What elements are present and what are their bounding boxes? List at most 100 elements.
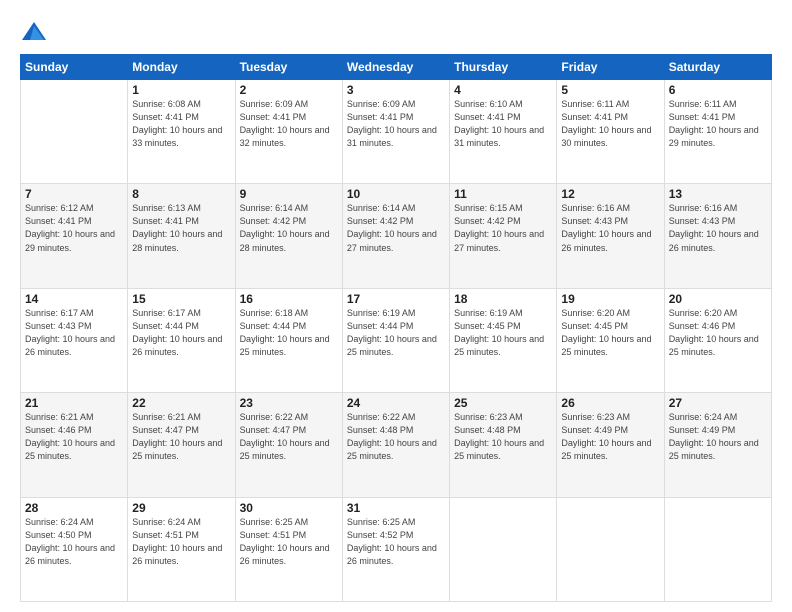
day-number: 8 — [132, 187, 230, 201]
day-info: Sunrise: 6:25 AMSunset: 4:51 PMDaylight:… — [240, 516, 338, 568]
day-number: 17 — [347, 292, 445, 306]
calendar-cell: 6Sunrise: 6:11 AMSunset: 4:41 PMDaylight… — [664, 80, 771, 184]
weekday-header-row: SundayMondayTuesdayWednesdayThursdayFrid… — [21, 55, 772, 80]
weekday-header-sunday: Sunday — [21, 55, 128, 80]
day-number: 1 — [132, 83, 230, 97]
day-info: Sunrise: 6:11 AMSunset: 4:41 PMDaylight:… — [561, 98, 659, 150]
day-info: Sunrise: 6:11 AMSunset: 4:41 PMDaylight:… — [669, 98, 767, 150]
day-info: Sunrise: 6:09 AMSunset: 4:41 PMDaylight:… — [347, 98, 445, 150]
day-number: 24 — [347, 396, 445, 410]
day-info: Sunrise: 6:09 AMSunset: 4:41 PMDaylight:… — [240, 98, 338, 150]
calendar-cell: 7Sunrise: 6:12 AMSunset: 4:41 PMDaylight… — [21, 184, 128, 288]
day-number: 14 — [25, 292, 123, 306]
day-number: 3 — [347, 83, 445, 97]
calendar-cell: 1Sunrise: 6:08 AMSunset: 4:41 PMDaylight… — [128, 80, 235, 184]
day-info: Sunrise: 6:12 AMSunset: 4:41 PMDaylight:… — [25, 202, 123, 254]
calendar-week-row: 1Sunrise: 6:08 AMSunset: 4:41 PMDaylight… — [21, 80, 772, 184]
day-number: 19 — [561, 292, 659, 306]
calendar-cell: 13Sunrise: 6:16 AMSunset: 4:43 PMDayligh… — [664, 184, 771, 288]
calendar-cell: 9Sunrise: 6:14 AMSunset: 4:42 PMDaylight… — [235, 184, 342, 288]
day-number: 20 — [669, 292, 767, 306]
day-number: 11 — [454, 187, 552, 201]
calendar-cell: 16Sunrise: 6:18 AMSunset: 4:44 PMDayligh… — [235, 288, 342, 392]
day-number: 27 — [669, 396, 767, 410]
weekday-header-friday: Friday — [557, 55, 664, 80]
calendar-cell: 18Sunrise: 6:19 AMSunset: 4:45 PMDayligh… — [450, 288, 557, 392]
day-number: 26 — [561, 396, 659, 410]
day-info: Sunrise: 6:16 AMSunset: 4:43 PMDaylight:… — [561, 202, 659, 254]
calendar-cell: 17Sunrise: 6:19 AMSunset: 4:44 PMDayligh… — [342, 288, 449, 392]
calendar-cell: 24Sunrise: 6:22 AMSunset: 4:48 PMDayligh… — [342, 393, 449, 497]
calendar-cell: 30Sunrise: 6:25 AMSunset: 4:51 PMDayligh… — [235, 497, 342, 601]
day-number: 4 — [454, 83, 552, 97]
calendar-cell: 11Sunrise: 6:15 AMSunset: 4:42 PMDayligh… — [450, 184, 557, 288]
day-number: 16 — [240, 292, 338, 306]
day-number: 9 — [240, 187, 338, 201]
weekday-header-monday: Monday — [128, 55, 235, 80]
calendar-cell: 25Sunrise: 6:23 AMSunset: 4:48 PMDayligh… — [450, 393, 557, 497]
day-number: 13 — [669, 187, 767, 201]
calendar-header: SundayMondayTuesdayWednesdayThursdayFrid… — [21, 55, 772, 80]
logo — [20, 18, 52, 46]
calendar-cell: 27Sunrise: 6:24 AMSunset: 4:49 PMDayligh… — [664, 393, 771, 497]
day-info: Sunrise: 6:10 AMSunset: 4:41 PMDaylight:… — [454, 98, 552, 150]
weekday-header-wednesday: Wednesday — [342, 55, 449, 80]
calendar-cell: 5Sunrise: 6:11 AMSunset: 4:41 PMDaylight… — [557, 80, 664, 184]
day-number: 30 — [240, 501, 338, 515]
day-info: Sunrise: 6:15 AMSunset: 4:42 PMDaylight:… — [454, 202, 552, 254]
calendar-cell — [21, 80, 128, 184]
day-info: Sunrise: 6:24 AMSunset: 4:51 PMDaylight:… — [132, 516, 230, 568]
calendar-cell: 31Sunrise: 6:25 AMSunset: 4:52 PMDayligh… — [342, 497, 449, 601]
day-info: Sunrise: 6:24 AMSunset: 4:49 PMDaylight:… — [669, 411, 767, 463]
calendar-week-row: 14Sunrise: 6:17 AMSunset: 4:43 PMDayligh… — [21, 288, 772, 392]
calendar-week-row: 21Sunrise: 6:21 AMSunset: 4:46 PMDayligh… — [21, 393, 772, 497]
calendar-cell — [664, 497, 771, 601]
day-info: Sunrise: 6:21 AMSunset: 4:47 PMDaylight:… — [132, 411, 230, 463]
calendar-body: 1Sunrise: 6:08 AMSunset: 4:41 PMDaylight… — [21, 80, 772, 602]
day-number: 25 — [454, 396, 552, 410]
calendar-cell: 23Sunrise: 6:22 AMSunset: 4:47 PMDayligh… — [235, 393, 342, 497]
day-number: 23 — [240, 396, 338, 410]
calendar-cell: 12Sunrise: 6:16 AMSunset: 4:43 PMDayligh… — [557, 184, 664, 288]
day-number: 21 — [25, 396, 123, 410]
calendar-cell: 21Sunrise: 6:21 AMSunset: 4:46 PMDayligh… — [21, 393, 128, 497]
logo-icon — [20, 18, 48, 46]
calendar-cell: 14Sunrise: 6:17 AMSunset: 4:43 PMDayligh… — [21, 288, 128, 392]
calendar-cell: 10Sunrise: 6:14 AMSunset: 4:42 PMDayligh… — [342, 184, 449, 288]
day-info: Sunrise: 6:13 AMSunset: 4:41 PMDaylight:… — [132, 202, 230, 254]
day-number: 12 — [561, 187, 659, 201]
top-section — [20, 18, 772, 46]
day-info: Sunrise: 6:22 AMSunset: 4:48 PMDaylight:… — [347, 411, 445, 463]
calendar-cell — [557, 497, 664, 601]
day-info: Sunrise: 6:24 AMSunset: 4:50 PMDaylight:… — [25, 516, 123, 568]
day-info: Sunrise: 6:23 AMSunset: 4:48 PMDaylight:… — [454, 411, 552, 463]
calendar-cell: 2Sunrise: 6:09 AMSunset: 4:41 PMDaylight… — [235, 80, 342, 184]
day-info: Sunrise: 6:08 AMSunset: 4:41 PMDaylight:… — [132, 98, 230, 150]
calendar-cell: 4Sunrise: 6:10 AMSunset: 4:41 PMDaylight… — [450, 80, 557, 184]
day-info: Sunrise: 6:17 AMSunset: 4:44 PMDaylight:… — [132, 307, 230, 359]
day-info: Sunrise: 6:14 AMSunset: 4:42 PMDaylight:… — [347, 202, 445, 254]
calendar-cell: 8Sunrise: 6:13 AMSunset: 4:41 PMDaylight… — [128, 184, 235, 288]
day-number: 22 — [132, 396, 230, 410]
weekday-header-tuesday: Tuesday — [235, 55, 342, 80]
weekday-header-thursday: Thursday — [450, 55, 557, 80]
calendar-week-row: 7Sunrise: 6:12 AMSunset: 4:41 PMDaylight… — [21, 184, 772, 288]
day-number: 15 — [132, 292, 230, 306]
day-info: Sunrise: 6:19 AMSunset: 4:45 PMDaylight:… — [454, 307, 552, 359]
day-info: Sunrise: 6:16 AMSunset: 4:43 PMDaylight:… — [669, 202, 767, 254]
day-info: Sunrise: 6:20 AMSunset: 4:45 PMDaylight:… — [561, 307, 659, 359]
calendar-week-row: 28Sunrise: 6:24 AMSunset: 4:50 PMDayligh… — [21, 497, 772, 601]
calendar-cell: 22Sunrise: 6:21 AMSunset: 4:47 PMDayligh… — [128, 393, 235, 497]
day-info: Sunrise: 6:23 AMSunset: 4:49 PMDaylight:… — [561, 411, 659, 463]
day-info: Sunrise: 6:25 AMSunset: 4:52 PMDaylight:… — [347, 516, 445, 568]
calendar-cell: 19Sunrise: 6:20 AMSunset: 4:45 PMDayligh… — [557, 288, 664, 392]
page: SundayMondayTuesdayWednesdayThursdayFrid… — [0, 0, 792, 612]
day-number: 6 — [669, 83, 767, 97]
day-info: Sunrise: 6:19 AMSunset: 4:44 PMDaylight:… — [347, 307, 445, 359]
day-number: 2 — [240, 83, 338, 97]
day-number: 28 — [25, 501, 123, 515]
calendar-cell: 15Sunrise: 6:17 AMSunset: 4:44 PMDayligh… — [128, 288, 235, 392]
day-info: Sunrise: 6:20 AMSunset: 4:46 PMDaylight:… — [669, 307, 767, 359]
day-number: 29 — [132, 501, 230, 515]
calendar-table: SundayMondayTuesdayWednesdayThursdayFrid… — [20, 54, 772, 602]
